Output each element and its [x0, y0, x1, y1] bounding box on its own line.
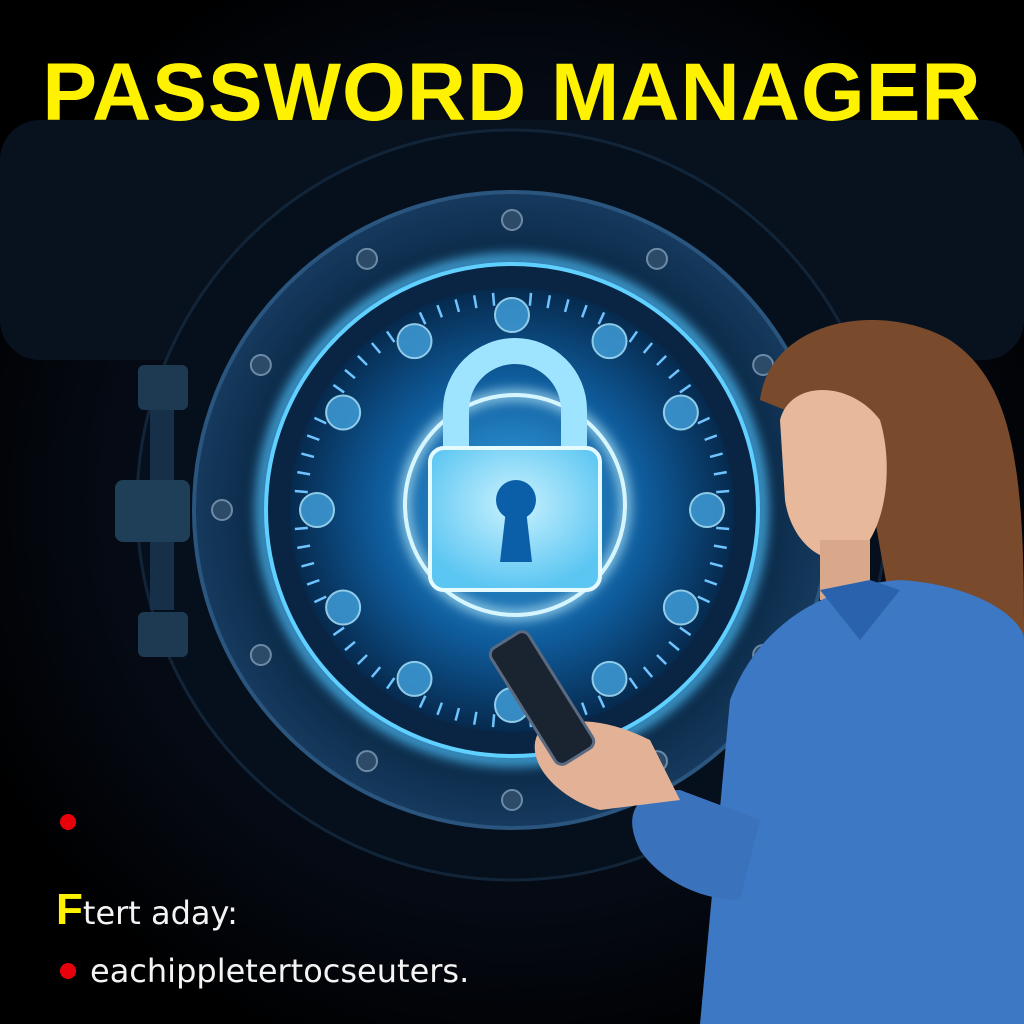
dial-knob [591, 323, 628, 360]
dial-tick [294, 489, 308, 494]
bolt [501, 209, 523, 231]
bolt [356, 750, 378, 773]
bolt [249, 644, 272, 666]
dial-tick [491, 292, 496, 306]
bullet-dot [60, 814, 76, 830]
dial-knob [396, 323, 433, 360]
hinge [115, 365, 190, 657]
dial-tick [716, 489, 730, 494]
dial-tick [528, 292, 533, 306]
bolt [211, 499, 233, 521]
dial-knob [662, 589, 699, 626]
bullet-dot [60, 963, 76, 979]
dial-tick [716, 526, 730, 531]
bullet-text: eachippletertocseuters. [90, 952, 470, 990]
dial-knob [299, 492, 335, 528]
first-letter: F [56, 885, 83, 934]
bolt [646, 247, 668, 270]
vault-scene [0, 120, 1024, 1024]
poster: PASSWORD MANAGER Ftert aday: eachipplete… [0, 0, 1024, 1024]
bolt [249, 354, 272, 376]
dial-tick [491, 714, 496, 728]
page-title: PASSWORD MANAGER [42, 47, 982, 138]
heading-line: Ftert aday: [56, 888, 238, 932]
dial-knob [396, 660, 433, 697]
dial-knob [591, 660, 628, 697]
bolt [501, 789, 523, 811]
dial-knob [689, 492, 725, 528]
heading-text: tert aday: [82, 894, 238, 932]
dial-knob [494, 297, 530, 333]
dial-knob [325, 589, 362, 626]
bolt [356, 247, 378, 270]
dial-knob [325, 394, 362, 431]
dial-knob [662, 394, 699, 431]
dial-tick [294, 526, 308, 531]
